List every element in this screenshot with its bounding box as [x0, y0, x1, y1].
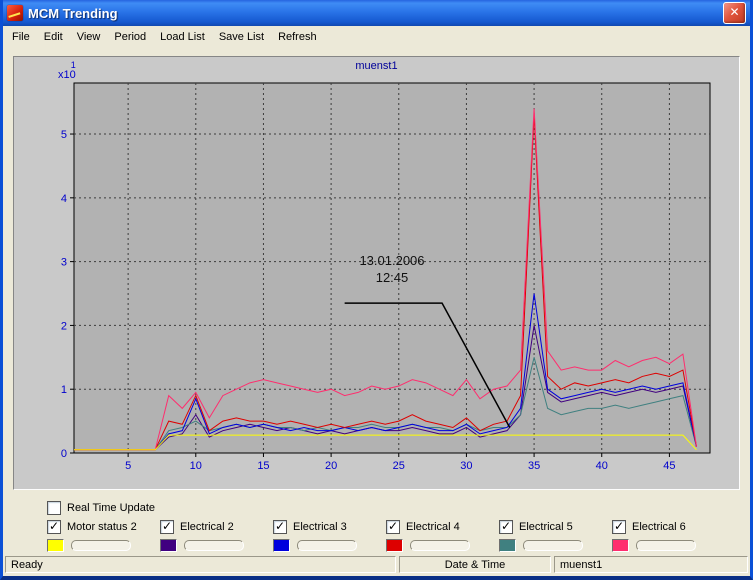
- svg-text:0: 0: [61, 448, 67, 460]
- electrical-4-style-row: [386, 539, 499, 552]
- electrical-3-toggle[interactable]: Electrical 3: [273, 520, 386, 534]
- svg-text:2: 2: [61, 320, 67, 332]
- svg-text:35: 35: [528, 460, 540, 472]
- realtime-update-checkbox[interactable]: [47, 501, 61, 515]
- client-area: 0123455101520253035404513.01.200612:45 m…: [3, 48, 750, 554]
- svg-text:5: 5: [125, 460, 131, 472]
- svg-text:15: 15: [257, 460, 269, 472]
- electrical-2-style-row: [160, 539, 273, 552]
- y-axis-multiplier: x10: [58, 70, 76, 80]
- legend-item-electrical-6: Electrical 6: [612, 520, 725, 552]
- legend-item-motor-status-2: Motor status 2: [47, 520, 160, 552]
- menu-edit[interactable]: Edit: [37, 27, 70, 47]
- menu-file[interactable]: File: [5, 27, 37, 47]
- legend-item-electrical-3: Electrical 3: [273, 520, 386, 552]
- electrical-6-label: Electrical 6: [632, 521, 686, 533]
- electrical-6-checkbox[interactable]: [612, 520, 626, 534]
- svg-text:13.01.2006: 13.01.2006: [359, 253, 424, 268]
- svg-text:40: 40: [596, 460, 608, 472]
- menu-load-list[interactable]: Load List: [153, 27, 212, 47]
- svg-text:25: 25: [393, 460, 405, 472]
- app-window: MCM Trending ✕ File Edit View Period Loa…: [0, 0, 753, 580]
- electrical-3-width-slider[interactable]: [297, 540, 357, 551]
- electrical-2-toggle[interactable]: Electrical 2: [160, 520, 273, 534]
- electrical-5-style-row: [499, 539, 612, 552]
- electrical-5-color-swatch[interactable]: [499, 539, 516, 552]
- status-message: Ready: [5, 556, 396, 573]
- status-date-time: Date & Time: [399, 556, 551, 573]
- realtime-update-label: Real Time Update: [67, 502, 155, 514]
- svg-text:3: 3: [61, 257, 67, 269]
- electrical-2-color-swatch[interactable]: [160, 539, 177, 552]
- motor-status-2-style-row: [47, 539, 160, 552]
- menu-save-list[interactable]: Save List: [212, 27, 271, 47]
- svg-text:5: 5: [61, 129, 67, 141]
- electrical-5-toggle[interactable]: Electrical 5: [499, 520, 612, 534]
- status-bar: Ready Date & Time muenst1: [3, 554, 750, 576]
- motor-status-2-checkbox[interactable]: [47, 520, 61, 534]
- electrical-5-checkbox[interactable]: [499, 520, 513, 534]
- realtime-update-control[interactable]: Real Time Update: [47, 500, 750, 515]
- svg-text:4: 4: [61, 193, 67, 205]
- app-icon: [7, 5, 23, 21]
- title-bar[interactable]: MCM Trending ✕: [3, 0, 750, 26]
- menu-view[interactable]: View: [70, 27, 108, 47]
- electrical-4-width-slider[interactable]: [410, 540, 470, 551]
- electrical-5-width-slider[interactable]: [523, 540, 583, 551]
- menu-refresh[interactable]: Refresh: [271, 27, 324, 47]
- svg-text:20: 20: [325, 460, 337, 472]
- menu-period[interactable]: Period: [107, 27, 153, 47]
- chart-panel: 0123455101520253035404513.01.200612:45 m…: [13, 56, 740, 490]
- legend-row: Motor status 2 Electrical 2: [47, 520, 750, 552]
- electrical-3-label: Electrical 3: [293, 521, 347, 533]
- electrical-2-label: Electrical 2: [180, 521, 234, 533]
- electrical-2-checkbox[interactable]: [160, 520, 174, 534]
- chart-title: muenst1: [14, 60, 739, 72]
- electrical-6-style-row: [612, 539, 725, 552]
- status-dataset: muenst1: [554, 556, 748, 573]
- electrical-3-checkbox[interactable]: [273, 520, 287, 534]
- window-title: MCM Trending: [28, 6, 723, 21]
- legend-item-electrical-5: Electrical 5: [499, 520, 612, 552]
- legend-item-electrical-2: Electrical 2: [160, 520, 273, 552]
- electrical-6-color-swatch[interactable]: [612, 539, 629, 552]
- menu-bar: File Edit View Period Load List Save Lis…: [3, 26, 750, 48]
- electrical-5-label: Electrical 5: [519, 521, 573, 533]
- motor-status-2-width-slider[interactable]: [71, 540, 131, 551]
- motor-status-2-toggle[interactable]: Motor status 2: [47, 520, 160, 534]
- electrical-6-toggle[interactable]: Electrical 6: [612, 520, 725, 534]
- electrical-3-style-row: [273, 539, 386, 552]
- electrical-4-toggle[interactable]: Electrical 4: [386, 520, 499, 534]
- svg-text:45: 45: [663, 460, 675, 472]
- svg-text:10: 10: [190, 460, 202, 472]
- y-axis-scale-label: 1 x10: [58, 60, 76, 80]
- electrical-4-color-swatch[interactable]: [386, 539, 403, 552]
- legend-item-electrical-4: Electrical 4: [386, 520, 499, 552]
- close-button[interactable]: ✕: [723, 2, 746, 24]
- motor-status-2-color-swatch[interactable]: [47, 539, 64, 552]
- electrical-3-color-swatch[interactable]: [273, 539, 290, 552]
- electrical-4-label: Electrical 4: [406, 521, 460, 533]
- electrical-2-width-slider[interactable]: [184, 540, 244, 551]
- electrical-6-width-slider[interactable]: [636, 540, 696, 551]
- electrical-4-checkbox[interactable]: [386, 520, 400, 534]
- svg-text:12:45: 12:45: [376, 270, 409, 285]
- svg-text:1: 1: [61, 384, 67, 396]
- motor-status-2-label: Motor status 2: [67, 521, 137, 533]
- trend-chart[interactable]: 0123455101520253035404513.01.200612:45: [14, 57, 739, 489]
- svg-text:30: 30: [460, 460, 472, 472]
